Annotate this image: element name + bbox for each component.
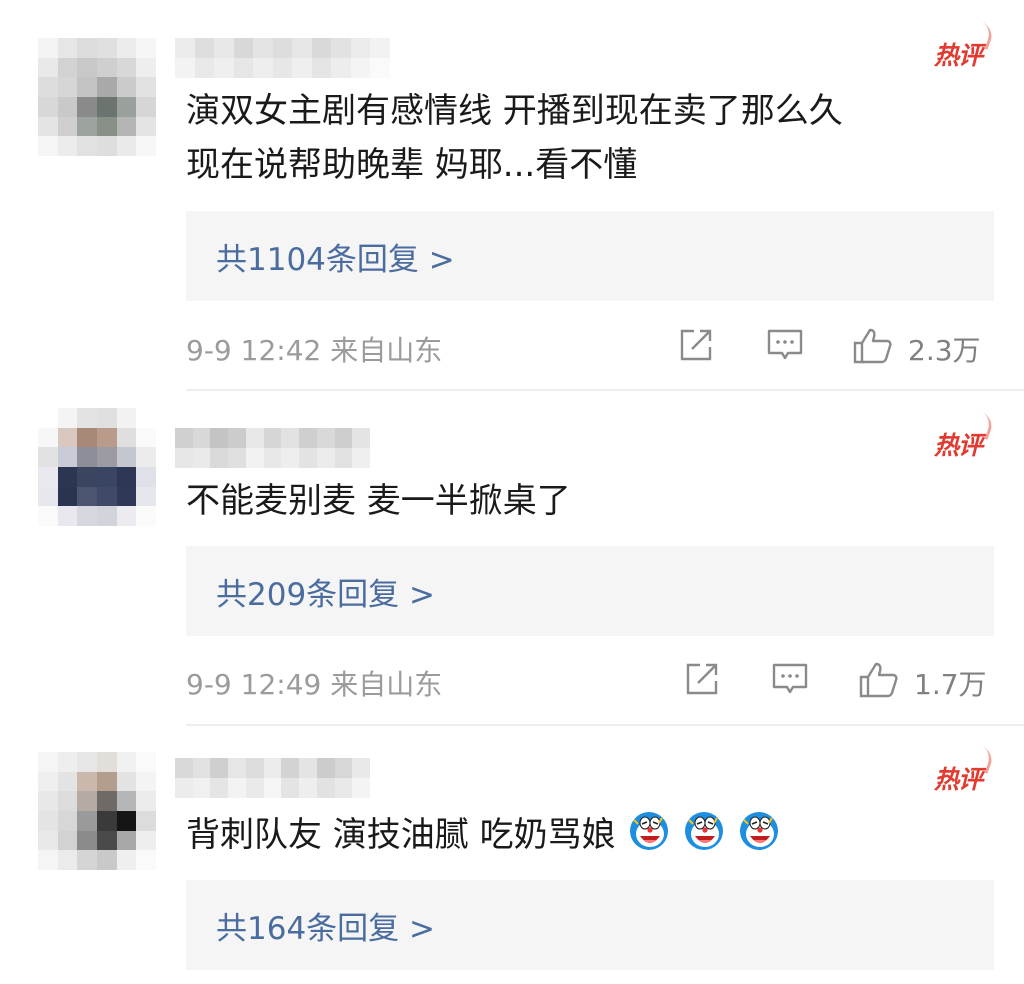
like-count: 2.3万 xyxy=(908,334,981,367)
divider xyxy=(186,724,1024,726)
replies-box[interactable]: 共209条回复 > xyxy=(186,546,994,636)
comment-text: 演双女主剧有感情线 开播到现在卖了那么久 现在说帮助晚辈 妈耶...看不懂 xyxy=(186,84,986,192)
comment-meta: 9-9 12:49 来自山东 1.7万 xyxy=(186,661,994,701)
comment-icon[interactable] xyxy=(771,661,809,701)
replies-box[interactable]: 共164条回复 > xyxy=(186,880,994,970)
username[interactable] xyxy=(175,38,390,78)
avatar[interactable] xyxy=(38,752,156,870)
comment-text-line: 背刺队友 演技油腻 吃奶骂娘 xyxy=(186,808,986,862)
username[interactable] xyxy=(175,758,370,798)
share-icon[interactable] xyxy=(678,327,714,367)
view-replies-link[interactable]: 共164条回复 > xyxy=(216,903,435,948)
comment-time: 9-9 12:42 来自山东 xyxy=(186,334,443,367)
doraemon-laughing-emoji xyxy=(630,812,669,850)
doraemon-laughing-emoji xyxy=(685,812,724,850)
comment-icon[interactable] xyxy=(766,327,804,367)
thumbs-up-icon[interactable] xyxy=(858,661,900,703)
doraemon-laughing-emoji xyxy=(740,812,779,850)
comment-text-line: 演双女主剧有感情线 开播到现在卖了那么久 xyxy=(186,91,843,131)
hot-comment-badge: 热评 xyxy=(934,412,996,462)
view-replies-link[interactable]: 共209条回复 > xyxy=(216,569,435,614)
comment-time: 9-9 12:49 来自山东 xyxy=(186,668,443,701)
comment-location: 来自山东 xyxy=(330,668,443,701)
hot-comment-badge: 热评 xyxy=(934,746,996,796)
comment-text-line: 现在说帮助晚辈 妈耶...看不懂 xyxy=(186,145,638,185)
avatar[interactable] xyxy=(38,38,156,156)
thumbs-up-icon[interactable] xyxy=(852,327,894,369)
share-icon[interactable] xyxy=(684,661,720,701)
avatar[interactable] xyxy=(38,408,156,526)
comment-text: 不能麦别麦 麦一半掀桌了 xyxy=(186,474,986,528)
comment-text: 背刺队友 演技油腻 吃奶骂娘 xyxy=(186,808,986,862)
divider xyxy=(186,389,1024,391)
view-replies-link[interactable]: 共1104条回复 > xyxy=(216,234,455,279)
comment-location: 来自山东 xyxy=(330,334,443,367)
hot-comment-badge: 热评 xyxy=(934,22,996,72)
replies-box[interactable]: 共1104条回复 > xyxy=(186,211,994,301)
comment-meta: 9-9 12:42 来自山东 2.3万 xyxy=(186,327,994,367)
like-count: 1.7万 xyxy=(914,668,987,701)
username[interactable] xyxy=(175,428,370,468)
comment-text-line: 不能麦别麦 麦一半掀桌了 xyxy=(186,481,571,521)
